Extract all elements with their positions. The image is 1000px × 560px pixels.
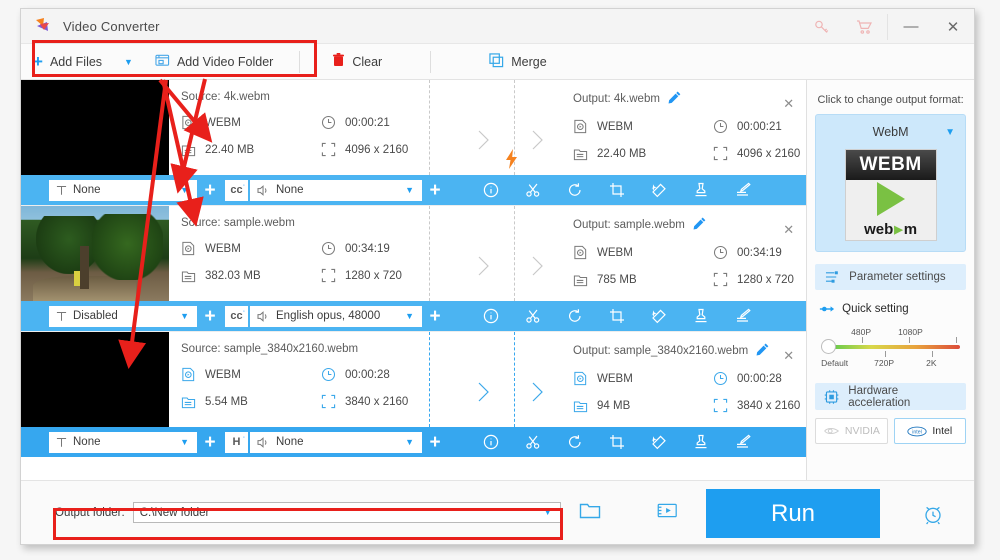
annotation-arrows xyxy=(118,78,213,370)
application-root: Video Converter — ✕ + Add Files ▼ Add Vi… xyxy=(0,0,1000,560)
